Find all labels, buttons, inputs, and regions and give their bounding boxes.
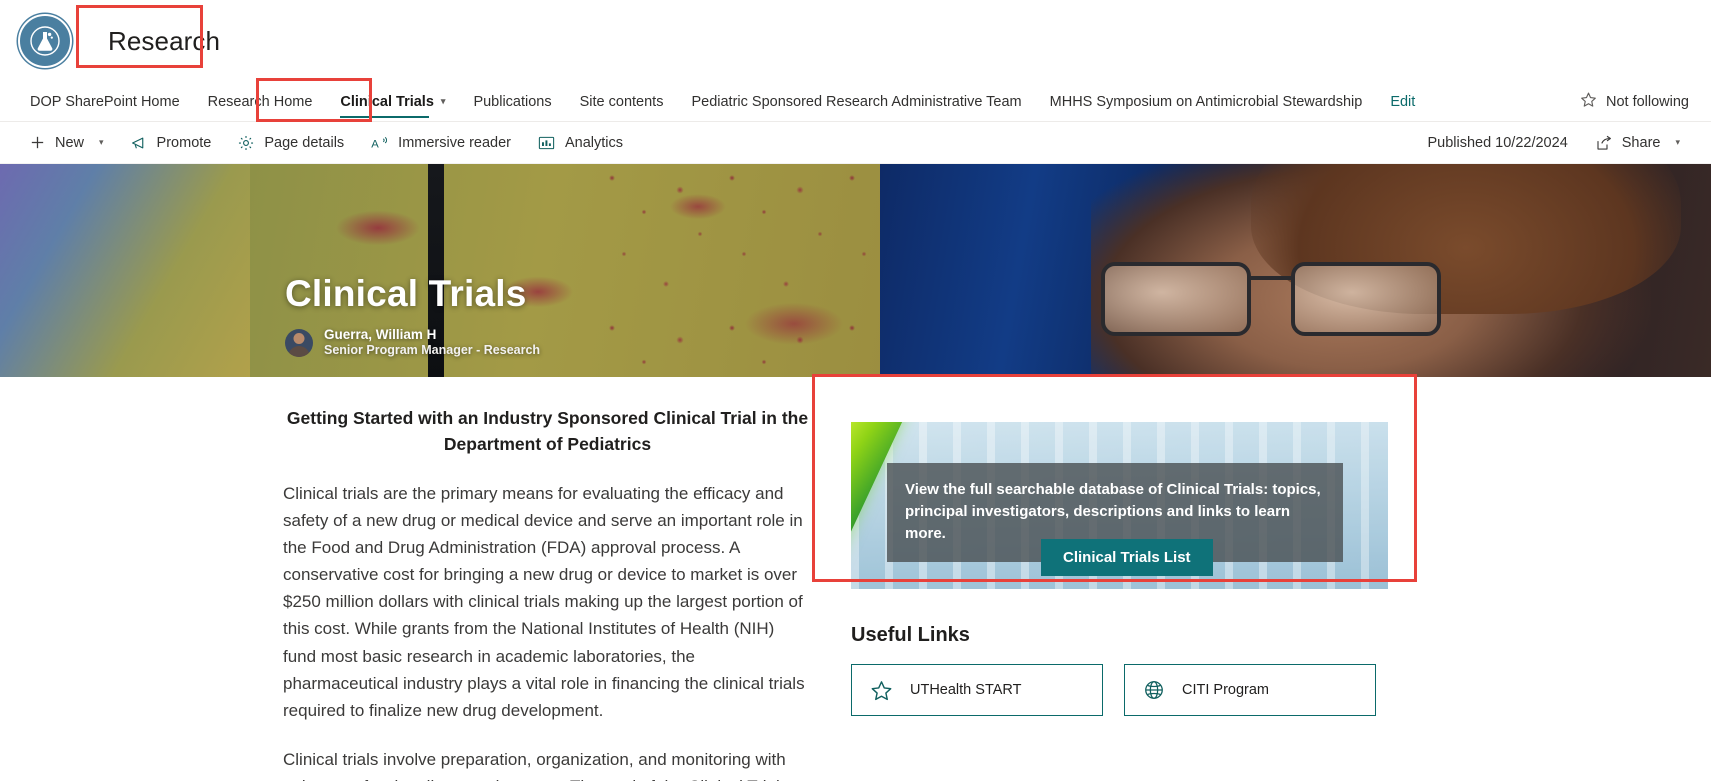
hero-content: Clinical Trials Guerra, William H Senior… bbox=[285, 273, 540, 360]
hero-image-glasses bbox=[1101, 262, 1441, 340]
page-details-label: Page details bbox=[264, 134, 345, 151]
clinical-trials-list-button[interactable]: Clinical Trials List bbox=[1041, 539, 1213, 576]
flask-icon[interactable] bbox=[18, 14, 72, 68]
nav-item-label: Clinical Trials bbox=[340, 93, 434, 110]
megaphone-icon bbox=[130, 134, 148, 152]
plus-icon bbox=[29, 134, 46, 151]
published-status: Published 10/22/2024 bbox=[1427, 134, 1568, 151]
sharepoint-page: Research DOP SharePoint Home Research Ho… bbox=[0, 0, 1711, 781]
star-outline-icon bbox=[870, 679, 893, 702]
analytics-label: Analytics bbox=[564, 134, 624, 151]
command-bar-right: Published 10/22/2024 Share ▾ bbox=[1427, 126, 1711, 160]
share-icon bbox=[1595, 134, 1613, 152]
edit-nav-label: Edit bbox=[1390, 93, 1416, 110]
article-paragraph: Clinical trials are the primary means fo… bbox=[283, 483, 805, 721]
site-header: Research bbox=[0, 0, 1711, 82]
nav-item-label: Pediatric Sponsored Research Administrat… bbox=[691, 93, 1022, 110]
hero-image-lens-left bbox=[1101, 262, 1251, 336]
nav-item-label: MHHS Symposium on Antimicrobial Stewards… bbox=[1049, 93, 1363, 110]
article-paragraph: Clinical trials involve preparation, org… bbox=[283, 750, 786, 781]
nav-item-label: Site contents bbox=[579, 93, 664, 110]
hero-image-left-gradient bbox=[0, 164, 270, 377]
avatar-head bbox=[293, 332, 305, 344]
new-button[interactable]: New ▾ bbox=[16, 126, 117, 160]
page-details-button[interactable]: Page details bbox=[224, 126, 357, 160]
author-role: Senior Program Manager - Research bbox=[324, 343, 541, 358]
avatar-body bbox=[288, 345, 310, 357]
nav-item-dop-sharepoint-home[interactable]: DOP SharePoint Home bbox=[16, 82, 194, 121]
link-tile-uthealth-start[interactable]: UTHealth START bbox=[851, 664, 1103, 716]
follow-toggle[interactable]: Not following bbox=[1580, 82, 1711, 121]
author-name: Guerra, William H bbox=[324, 326, 437, 342]
share-label: Share bbox=[1621, 134, 1661, 151]
nav-item-mhhs-symposium[interactable]: MHHS Symposium on Antimicrobial Stewards… bbox=[1036, 82, 1377, 121]
promote-button[interactable]: Promote bbox=[117, 126, 225, 160]
nav-item-publications[interactable]: Publications bbox=[459, 82, 565, 121]
sidebar-column: View the full searchable database of Cli… bbox=[840, 405, 1711, 763]
nav-item-label: Publications bbox=[473, 93, 552, 110]
nav-item-label: Research Home bbox=[207, 93, 313, 110]
nav-item-list: DOP SharePoint Home Research Home Clinic… bbox=[16, 82, 1429, 121]
analytics-icon bbox=[537, 134, 556, 152]
article-heading: Getting Started with an Industry Sponsor… bbox=[286, 408, 809, 455]
immersive-reader-button[interactable]: A Immersive reader bbox=[357, 126, 524, 160]
link-tile-label: CITI Program bbox=[1182, 682, 1270, 698]
avatar bbox=[285, 328, 313, 357]
useful-links-tiles: UTHealth START CITI Program bbox=[851, 664, 1711, 716]
nav-selected-underline bbox=[340, 116, 430, 118]
hero-banner: Clinical Trials Guerra, William H Senior… bbox=[0, 164, 1711, 377]
immersive-reader-label: Immersive reader bbox=[398, 134, 511, 151]
nav-item-label: DOP SharePoint Home bbox=[30, 93, 180, 110]
star-outline-icon bbox=[1580, 91, 1597, 112]
link-tile-label: UTHealth START bbox=[910, 682, 1022, 698]
article-column: Getting Started with an Industry Sponsor… bbox=[0, 405, 840, 781]
nav-item-research-home[interactable]: Research Home bbox=[194, 82, 327, 121]
promo-text: View the full searchable database of Cli… bbox=[905, 481, 1321, 543]
svg-text:A: A bbox=[371, 138, 379, 150]
hero-image-lens-right bbox=[1291, 262, 1441, 336]
chevron-down-icon[interactable]: ▾ bbox=[1675, 137, 1680, 148]
follow-label: Not following bbox=[1605, 93, 1689, 110]
new-label: New bbox=[55, 134, 85, 151]
edit-nav-button[interactable]: Edit bbox=[1376, 82, 1429, 121]
globe-icon bbox=[1143, 679, 1165, 701]
chevron-down-icon[interactable]: ▾ bbox=[99, 137, 104, 148]
hero-image-glasses-bridge bbox=[1251, 276, 1291, 280]
command-bar: New ▾ Promote Page details A Immersive r… bbox=[0, 122, 1711, 164]
page-title: Clinical Trials bbox=[285, 272, 527, 314]
nav-item-pediatric-sponsored-research-administrative-team[interactable]: Pediatric Sponsored Research Administrat… bbox=[677, 82, 1035, 121]
useful-links-heading: Useful Links bbox=[851, 624, 970, 646]
analytics-button[interactable]: Analytics bbox=[524, 126, 636, 160]
hero-image-portrait-region bbox=[880, 164, 1711, 377]
share-button[interactable]: Share ▾ bbox=[1582, 126, 1693, 160]
hero-background-image bbox=[0, 164, 1711, 377]
gear-icon bbox=[237, 134, 255, 152]
nav-item-site-contents[interactable]: Site contents bbox=[566, 82, 678, 121]
nav-item-clinical-trials[interactable]: Clinical Trials ▾ bbox=[326, 82, 459, 121]
top-navigation: DOP SharePoint Home Research Home Clinic… bbox=[0, 82, 1711, 122]
clinical-trials-promo-card[interactable]: View the full searchable database of Cli… bbox=[851, 422, 1388, 589]
page-author[interactable]: Guerra, William H Senior Program Manager… bbox=[285, 327, 540, 360]
author-text: Guerra, William H Senior Program Manager… bbox=[324, 327, 540, 360]
chevron-down-icon[interactable]: ▾ bbox=[441, 97, 446, 106]
link-tile-citi-program[interactable]: CITI Program bbox=[1124, 664, 1376, 716]
page-body: Getting Started with an Industry Sponsor… bbox=[0, 377, 1711, 781]
immersive-reader-icon: A bbox=[370, 134, 389, 152]
promote-label: Promote bbox=[156, 134, 212, 151]
site-title: Research bbox=[108, 25, 221, 56]
hero-image-dot-pattern bbox=[600, 164, 890, 377]
